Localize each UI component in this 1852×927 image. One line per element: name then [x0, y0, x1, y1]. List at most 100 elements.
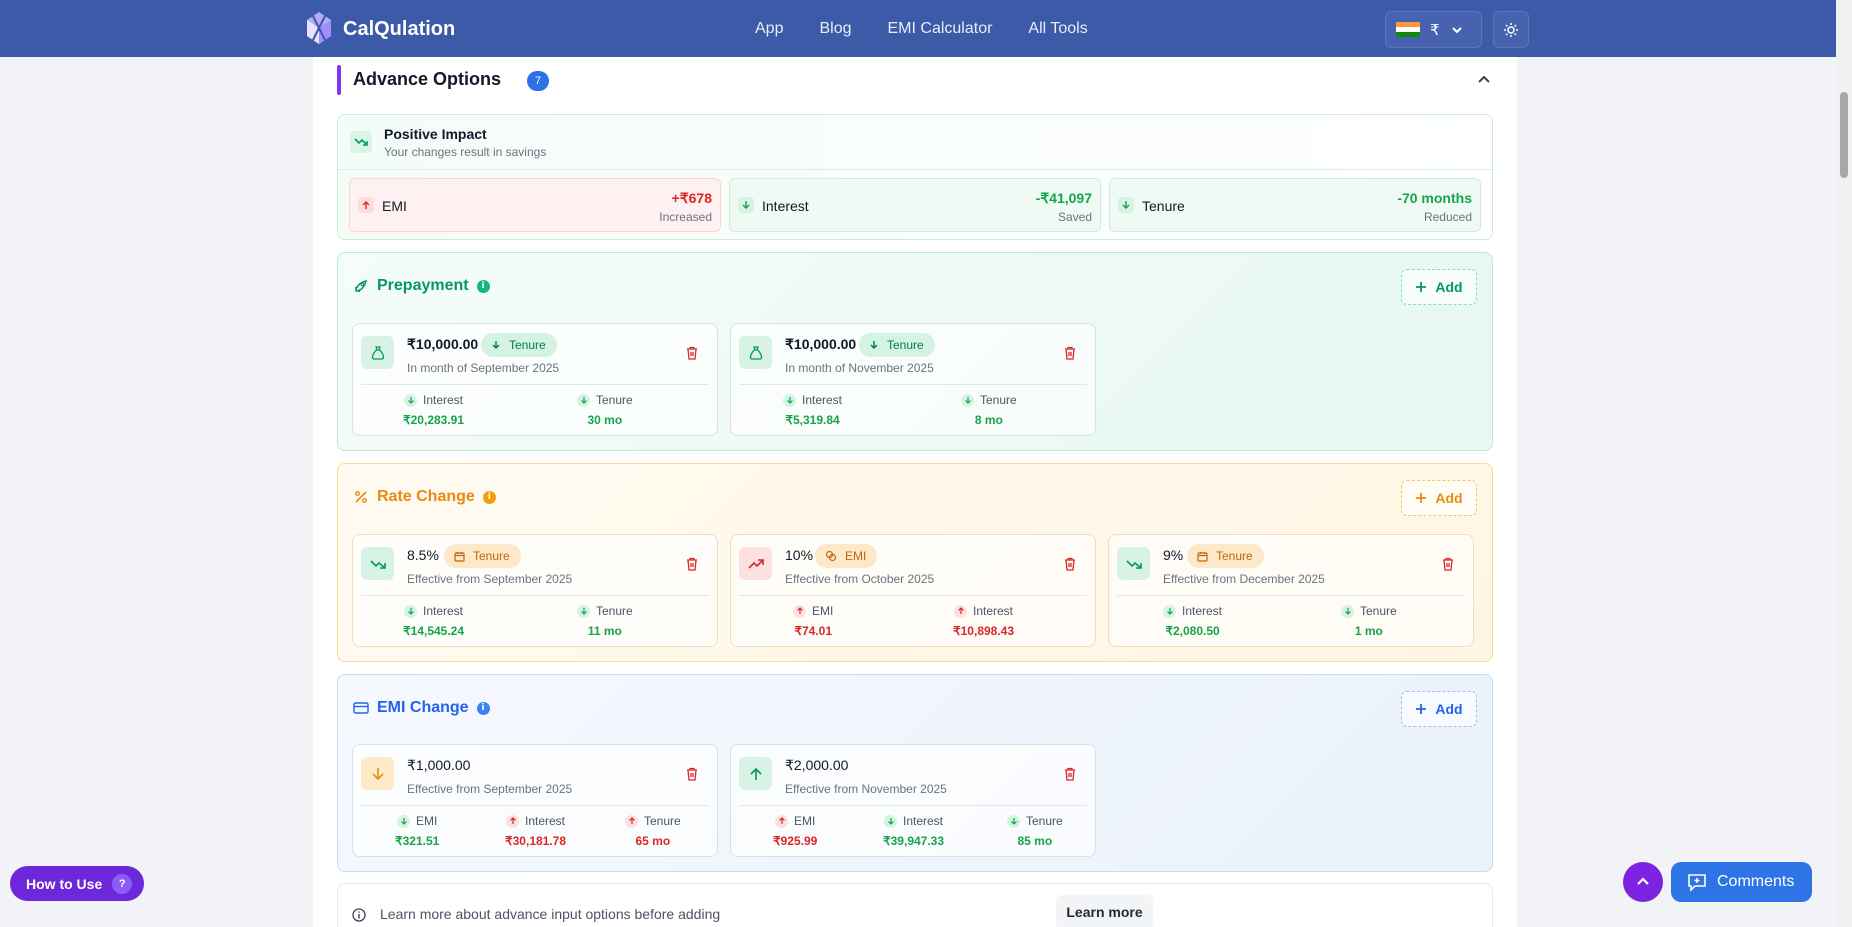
scrollbar-thumb[interactable]: [1840, 92, 1848, 178]
add-rate-change-button[interactable]: Add: [1401, 480, 1477, 516]
stat-emi: EMI ₹321.51: [395, 814, 439, 848]
divider: [739, 595, 1087, 596]
nav-emi-calculator[interactable]: EMI Calculator: [888, 20, 993, 38]
metric-label: EMI: [382, 198, 407, 214]
stat-value: ₹10,898.43: [953, 624, 1015, 638]
metric-interest: Interest -₹41,097 Saved: [729, 178, 1101, 232]
comments-button[interactable]: Comments: [1671, 862, 1812, 902]
main-panel: Advance Options 7 Positive Impact Your c…: [313, 57, 1517, 927]
question-icon: ?: [112, 873, 133, 894]
trash-icon[interactable]: [1063, 767, 1077, 781]
brand[interactable]: CalQulation: [303, 10, 455, 48]
nav-app[interactable]: App: [755, 20, 783, 38]
impact-subtitle: Your changes result in savings: [384, 145, 547, 159]
arrow-down-icon: [961, 393, 974, 407]
how-to-use-label: How to Use: [26, 875, 103, 892]
strategy-tag-label: Tenure: [1216, 549, 1253, 563]
stat-label: Interest: [802, 393, 843, 407]
stat-value: ₹74.01: [794, 624, 832, 638]
add-prepayment-button[interactable]: Add: [1401, 269, 1477, 305]
rate-value: 8.5%: [407, 547, 439, 563]
add-emi-change-button[interactable]: Add: [1401, 691, 1477, 727]
plus-icon: [1416, 282, 1427, 292]
rate-change-title: Rate Change: [377, 488, 475, 505]
stat-label: Tenure: [1026, 814, 1063, 828]
stat-value: 8 mo: [974, 413, 1003, 427]
how-to-use-button[interactable]: How to Use ?: [10, 866, 144, 901]
emi-change-amount: ₹1,000.00: [407, 757, 471, 773]
prepayment-amount: ₹10,000.00: [407, 336, 479, 352]
arrow-up-icon: [775, 814, 788, 828]
divider: [739, 384, 1087, 385]
stat-tenure: Tenure 85 mo: [1007, 814, 1063, 848]
trash-icon[interactable]: [1063, 346, 1077, 360]
rate-change-card[interactable]: 8.5% Tenure Effective from September 202…: [352, 534, 718, 647]
prepayment-card[interactable]: ₹10,000.00 Tenure In month of November 2…: [730, 323, 1096, 436]
prepayment-title: Prepayment: [377, 277, 469, 294]
brand-name: CalQulation: [343, 17, 456, 40]
theme-toggle-button[interactable]: [1493, 11, 1529, 48]
stat-value: 1 mo: [1354, 624, 1383, 638]
main-nav: App Blog EMI Calculator All Tools: [755, 20, 1088, 38]
chevron-up-icon[interactable]: [1475, 71, 1493, 89]
metric-note: Saved: [1057, 210, 1092, 224]
emi-change-title: EMI Change: [377, 699, 469, 716]
strategy-tag-label: Tenure: [887, 338, 924, 352]
emi-change-card[interactable]: ₹1,000.00 Effective from September 2025 …: [352, 744, 718, 857]
trash-icon[interactable]: [1063, 557, 1077, 571]
currency-selector[interactable]: ₹: [1385, 11, 1482, 48]
stat-emi: EMI ₹925.99: [773, 814, 817, 848]
trash-icon[interactable]: [685, 346, 699, 360]
add-label: Add: [1435, 279, 1463, 295]
rate-effective-date: Effective from October 2025: [785, 572, 935, 586]
divider: [361, 384, 709, 385]
calendar-icon: [454, 551, 465, 562]
trash-icon[interactable]: [685, 767, 699, 781]
rate-change-card[interactable]: 9% Tenure Effective from December 2025 I…: [1108, 534, 1474, 647]
arrow-up-icon: [793, 604, 806, 618]
stat-value: ₹925.99: [773, 834, 818, 848]
divider: [361, 595, 709, 596]
advance-options-header[interactable]: Advance Options 7: [337, 65, 1507, 95]
currency-symbol: ₹: [1430, 21, 1440, 39]
india-flag-icon: [1396, 21, 1420, 38]
emi-change-card[interactable]: ₹2,000.00 Effective from November 2025 E…: [730, 744, 1096, 857]
prepayment-card[interactable]: ₹10,000.00 Tenure In month of September …: [352, 323, 718, 436]
stat-value: ₹20,283.91: [403, 413, 465, 427]
scroll-to-top-button[interactable]: [1623, 862, 1663, 902]
stat-value: 65 mo: [635, 834, 671, 848]
info-icon[interactable]: i: [476, 279, 490, 293]
trending-up-icon: [739, 547, 772, 580]
stat-tenure: Tenure 1 mo: [1341, 604, 1397, 638]
stat-value: ₹2,080.50: [1165, 624, 1220, 638]
rate-change-card[interactable]: 10% EMI Effective from October 2025 EMI …: [730, 534, 1096, 647]
metric-value: -70 months: [1397, 190, 1472, 206]
stat-label: EMI: [416, 814, 438, 828]
strategy-tag: Tenure: [1187, 544, 1264, 568]
stat-value: 11 mo: [587, 624, 622, 638]
stat-label: EMI: [812, 604, 834, 618]
impact-summary: Positive Impact Your changes result in s…: [337, 114, 1493, 240]
trending-down-icon: [361, 547, 394, 580]
info-icon[interactable]: i: [476, 701, 490, 715]
credit-card-icon: [353, 702, 369, 714]
divider: [739, 805, 1087, 806]
nav-all-tools[interactable]: All Tools: [1028, 20, 1087, 38]
trash-icon[interactable]: [685, 557, 699, 571]
page-scrollbar[interactable]: [1836, 0, 1852, 927]
nav-blog[interactable]: Blog: [819, 20, 851, 38]
arrow-down-icon: [404, 393, 417, 407]
info-icon[interactable]: i: [482, 490, 496, 504]
strategy-tag-label: Tenure: [509, 338, 546, 352]
arrow-up-icon: [954, 604, 967, 618]
learn-more-button[interactable]: Learn more: [1056, 895, 1153, 927]
impact-title: Positive Impact: [384, 126, 487, 142]
impact-header: Positive Impact Your changes result in s…: [338, 115, 1492, 170]
top-navbar: CalQulation App Blog EMI Calculator All …: [0, 0, 1836, 57]
trash-icon[interactable]: [1441, 557, 1455, 571]
trending-down-icon: [1117, 547, 1150, 580]
strategy-tag-label: Tenure: [473, 549, 510, 563]
stat-value: ₹5,319.84: [785, 413, 840, 427]
emi-effective-date: Effective from September 2025: [407, 782, 573, 796]
strategy-tag: Tenure: [859, 333, 935, 357]
